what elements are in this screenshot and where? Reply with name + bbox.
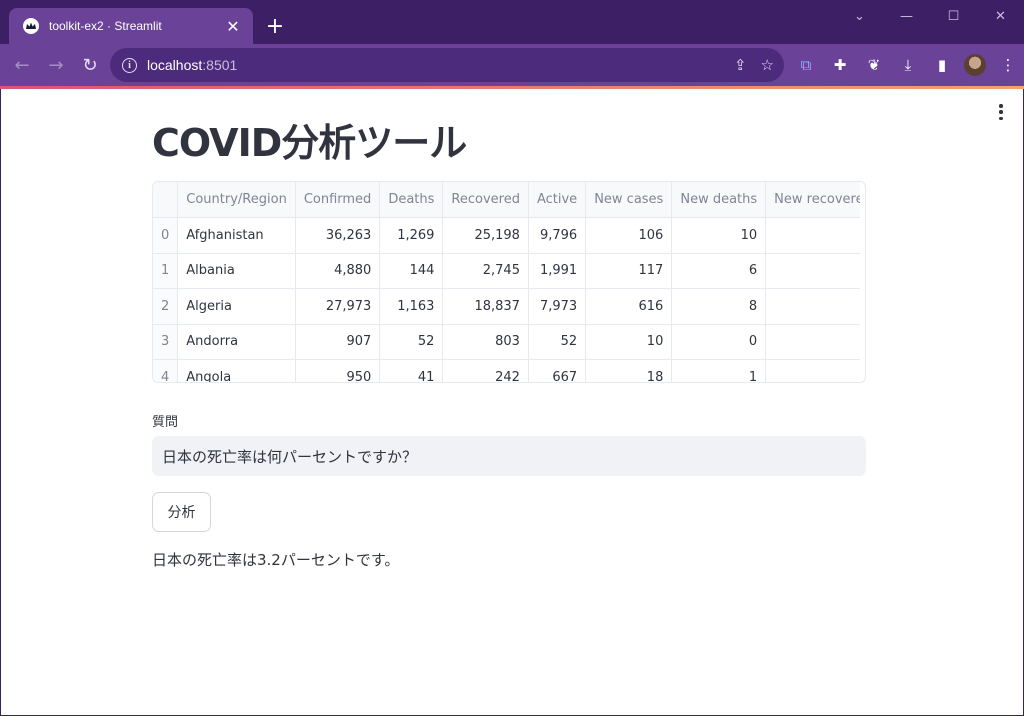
column-header[interactable]: Confirmed: [295, 182, 381, 218]
row-index: 3: [153, 324, 179, 360]
table-row: 3 Andorra 907 52 803 52 10 0: [153, 324, 860, 360]
browser-titlebar: toolkit-ex2 · Streamlit ✕ + ⌄ — ☐ ✕: [0, 0, 1024, 44]
window-controls: ⌄ — ☐ ✕: [836, 0, 1024, 32]
page-title: COVID分析ツール: [152, 121, 467, 165]
table-row: 2 Algeria 27,973 1,163 18,837 7,973 616 …: [153, 288, 860, 325]
table-cell[interactable]: 6: [671, 253, 767, 289]
table-cell[interactable]: [765, 324, 860, 360]
table-cell[interactable]: 9,796: [528, 217, 587, 254]
row-index: 4: [153, 359, 179, 382]
row-index: 0: [153, 217, 179, 254]
address-bar[interactable]: i localhost:8501 ⇪ ☆: [110, 48, 784, 82]
table-cell[interactable]: 106: [585, 217, 673, 254]
table-cell[interactable]: 4,880: [295, 253, 381, 289]
answer-text: 日本の死亡率は3.2パーセントです。: [152, 551, 400, 569]
table-cell[interactable]: 41: [379, 359, 444, 382]
close-tab-icon[interactable]: ✕: [223, 16, 243, 36]
analyze-button[interactable]: 分析: [152, 492, 211, 532]
back-icon[interactable]: ←: [6, 49, 38, 81]
table-cell[interactable]: 18: [585, 359, 673, 382]
table-cell[interactable]: 117: [585, 253, 673, 289]
table-cell[interactable]: 8: [671, 288, 767, 325]
table-cell[interactable]: 0: [671, 324, 767, 360]
streamlit-icon: [23, 18, 39, 34]
data-table: Country/Region Confirmed Deaths Recovere…: [153, 182, 860, 382]
bookmark-star-icon[interactable]: ☆: [761, 56, 774, 74]
table-row: 1 Albania 4,880 144 2,745 1,991 117 6: [153, 253, 860, 289]
extensions-puzzle-icon[interactable]: ✚: [828, 53, 852, 77]
table-cell[interactable]: 7,973: [528, 288, 587, 325]
table-cell[interactable]: 10: [671, 217, 767, 254]
tab-title: toolkit-ex2 · Streamlit: [49, 19, 162, 33]
reload-icon[interactable]: ↻: [74, 49, 106, 81]
question-label: 質問: [152, 415, 179, 430]
browser-toolbar: ← → ↻ i localhost:8501 ⇪ ☆ ⧉ ✚ ❦ ⤓ ▮ ⋮: [0, 44, 1024, 86]
share-icon[interactable]: ⇪: [734, 56, 747, 74]
column-header[interactable]: New recovered: [765, 182, 860, 218]
table-cell[interactable]: Andorra: [177, 324, 296, 360]
tab-search-icon[interactable]: ⌄: [836, 0, 883, 32]
table-cell[interactable]: 2,745: [442, 253, 529, 289]
column-header[interactable]: Recovered: [442, 182, 529, 218]
table-cell[interactable]: Albania: [177, 253, 296, 289]
table-cell[interactable]: 242: [442, 359, 529, 382]
table-cell[interactable]: 52: [528, 324, 587, 360]
side-panel-icon[interactable]: ▮: [930, 53, 954, 77]
table-cell[interactable]: 616: [585, 288, 673, 325]
table-cell[interactable]: [765, 359, 860, 382]
table-cell[interactable]: 1,163: [379, 288, 444, 325]
browser-tab[interactable]: toolkit-ex2 · Streamlit ✕: [9, 8, 253, 44]
column-header[interactable]: New deaths: [671, 182, 767, 218]
app-menu-icon[interactable]: [993, 103, 1009, 121]
table-cell[interactable]: 1,991: [528, 253, 587, 289]
table-cell[interactable]: [765, 288, 860, 325]
table-cell[interactable]: 803: [442, 324, 529, 360]
download-icon[interactable]: ⤓: [896, 53, 920, 77]
row-index: 2: [153, 288, 179, 325]
table-cell[interactable]: 907: [295, 324, 381, 360]
column-header[interactable]: New cases: [585, 182, 673, 218]
table-cell[interactable]: [765, 253, 860, 289]
table-cell[interactable]: 27,973: [295, 288, 381, 325]
dataframe[interactable]: Country/Region Confirmed Deaths Recovere…: [152, 181, 866, 383]
column-header[interactable]: Country/Region: [177, 182, 296, 218]
table-cell[interactable]: 36,263: [295, 217, 381, 254]
table-cell[interactable]: Afghanistan: [177, 217, 296, 254]
profile-avatar[interactable]: [964, 54, 986, 76]
forward-icon[interactable]: →: [40, 49, 72, 81]
table-row: 4 Angola 950 41 242 667 18 1: [153, 359, 860, 382]
table-cell[interactable]: 950: [295, 359, 381, 382]
browser-menu-icon[interactable]: ⋮: [996, 53, 1020, 77]
table-cell[interactable]: 52: [379, 324, 444, 360]
table-cell[interactable]: 1: [671, 359, 767, 382]
row-index: 1: [153, 253, 179, 289]
table-cell[interactable]: [765, 217, 860, 254]
new-tab-icon[interactable]: +: [262, 13, 288, 39]
column-header[interactable]: Active: [528, 182, 587, 218]
table-cell[interactable]: Angola: [177, 359, 296, 382]
translate-extension-icon[interactable]: ⧉: [794, 53, 818, 77]
table-row: 0 Afghanistan 36,263 1,269 25,198 9,796 …: [153, 217, 860, 254]
column-header[interactable]: [153, 182, 179, 218]
table-header-row: Country/Region Confirmed Deaths Recovere…: [153, 182, 860, 218]
extension-leaf-icon[interactable]: ❦: [862, 53, 886, 77]
maximize-icon[interactable]: ☐: [930, 0, 977, 32]
minimize-icon[interactable]: —: [883, 0, 930, 32]
close-window-icon[interactable]: ✕: [977, 0, 1024, 32]
table-cell[interactable]: 144: [379, 253, 444, 289]
table-cell[interactable]: 25,198: [442, 217, 529, 254]
table-cell[interactable]: 10: [585, 324, 673, 360]
site-info-icon[interactable]: i: [122, 57, 137, 73]
table-cell[interactable]: 18,837: [442, 288, 529, 325]
url-text: localhost:8501: [147, 57, 238, 73]
table-cell[interactable]: 1,269: [379, 217, 444, 254]
question-input[interactable]: [152, 436, 866, 476]
table-cell[interactable]: 667: [528, 359, 587, 382]
column-header[interactable]: Deaths: [379, 182, 444, 218]
table-cell[interactable]: Algeria: [177, 288, 296, 325]
